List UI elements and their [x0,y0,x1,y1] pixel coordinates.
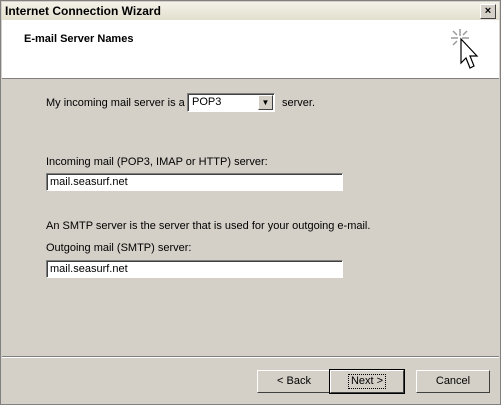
next-button-label: Next > [347,374,387,389]
cancel-button-label: Cancel [435,375,471,387]
smtp-note: An SMTP server is the server that is use… [46,220,371,232]
page-title: E-mail Server Names [24,33,134,45]
incoming-type-label: My incoming mail server is a [46,97,185,109]
outgoing-server-input[interactable]: mail.seasurf.net [46,260,343,278]
button-divider [2,356,499,358]
server-type-select[interactable]: POP3 ▼ [187,93,275,112]
wizard-header: E-mail Server Names [2,20,499,79]
incoming-type-label-text: My incoming mail server is a [46,97,185,109]
back-button-label: < Back [277,375,311,387]
incoming-server-input[interactable]: mail.seasurf.net [46,173,343,191]
outgoing-server-label: Outgoing mail (SMTP) server: [46,242,192,254]
cancel-button[interactable]: Cancel [416,370,490,393]
next-button[interactable]: Next > [329,369,405,394]
server-type-value: POP3 [192,96,222,108]
wizard-window: Internet Connection Wizard × E-mail Serv… [0,0,501,405]
title-bar: Internet Connection Wizard × [2,2,499,20]
outgoing-server-value: mail.seasurf.net [50,263,128,275]
chevron-down-icon[interactable]: ▼ [258,95,273,110]
back-button[interactable]: < Back [257,370,331,393]
wizard-cursor-icon [451,29,479,69]
window-title: Internet Connection Wizard [5,4,161,18]
server-suffix-label: server. [282,97,316,109]
close-button[interactable]: × [480,4,496,19]
incoming-server-value: mail.seasurf.net [50,176,128,188]
incoming-server-label: Incoming mail (POP3, IMAP or HTTP) serve… [46,156,268,168]
